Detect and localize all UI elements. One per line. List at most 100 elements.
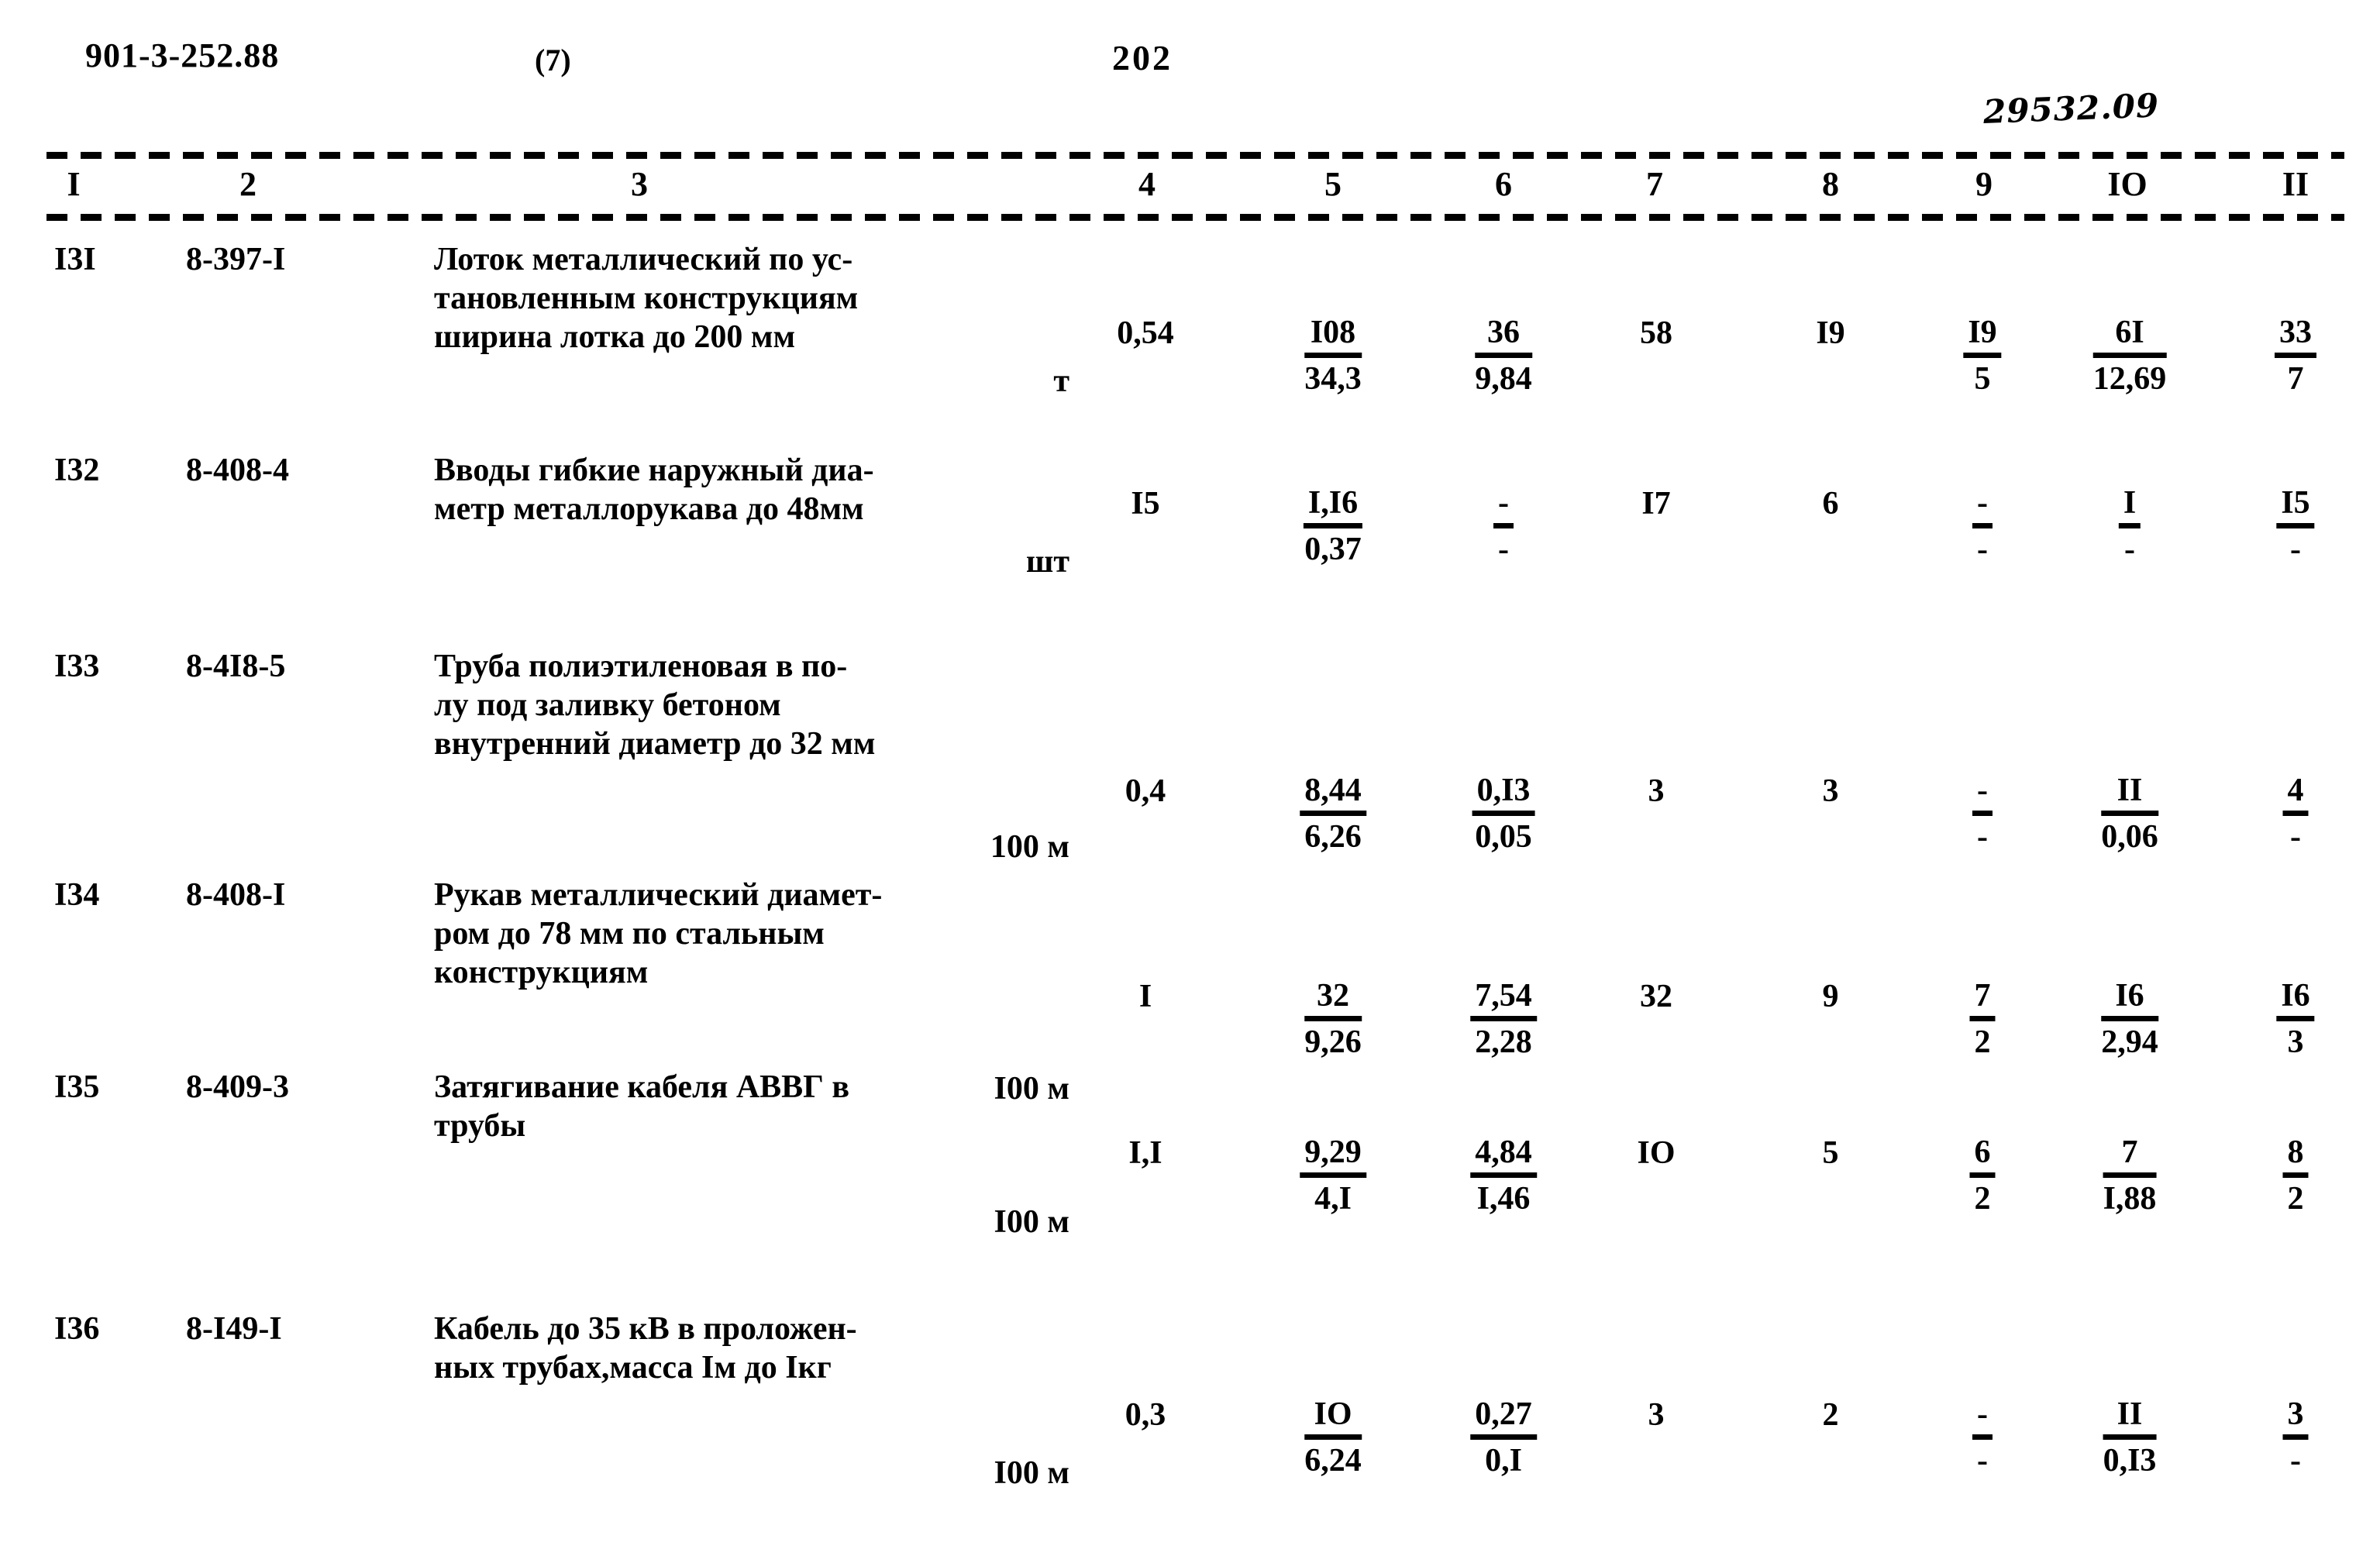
row-description: Труба полиэтиленовая в по-лу под заливку… xyxy=(434,647,1069,763)
fraction-numerator: I6 xyxy=(2276,976,2315,1021)
row-description: Затягивание кабеля АВВГ в трубы xyxy=(434,1068,1069,1145)
cell-value: 58 xyxy=(1640,315,1672,351)
fraction-denominator: - xyxy=(2290,819,2301,855)
cell-value: 3 xyxy=(1822,773,1839,809)
cell-c4: I xyxy=(1139,976,1152,1017)
fraction-denominator: 9,84 xyxy=(1475,361,1532,397)
description-line: лу под заливку бетоном xyxy=(434,687,781,723)
fraction: 0,27 0,I xyxy=(1470,1395,1537,1480)
row-position-number: I35 xyxy=(54,1069,100,1105)
cell-c6: 0,I3 0,05 xyxy=(1472,771,1535,857)
row-unit-of-measure: т xyxy=(1053,363,1069,399)
column-header-2: 2 xyxy=(232,160,263,208)
row-position-number: I33 xyxy=(54,649,100,684)
row-norm-code: 8-397-I xyxy=(186,242,286,277)
fraction-denominator: - xyxy=(1977,1443,1988,1479)
fraction-numerator: 7,54 xyxy=(1470,976,1537,1021)
cell-c4: 0,54 xyxy=(1117,313,1174,353)
description-line: трубы xyxy=(434,1108,526,1144)
table-top-dashed-rule xyxy=(46,152,2344,159)
cell-c8: 6 xyxy=(1823,484,1839,524)
fraction-denominator: - xyxy=(1977,819,1988,855)
fraction: -- xyxy=(1972,1395,1993,1480)
fraction: -- xyxy=(1972,484,1993,569)
fraction-denominator: 7 xyxy=(2287,361,2304,397)
cell-c4: I,I xyxy=(1128,1133,1162,1173)
row-description: Рукав металлический диамет-ром до 78 мм … xyxy=(434,876,1069,992)
column-header-9: 9 xyxy=(1968,160,1999,208)
fraction-denominator: - xyxy=(1498,532,1509,567)
fraction-numerator: 3 xyxy=(2282,1395,2309,1440)
description-line: внутренний диаметр до 32 мм xyxy=(434,726,876,762)
column-header-6: 6 xyxy=(1488,160,1519,208)
fraction: 32 9,26 xyxy=(1304,976,1362,1062)
cell-c10: II 0,I3 xyxy=(2103,1395,2157,1481)
cell-c6: 36 9,84 xyxy=(1475,313,1532,399)
fraction: 33 7 xyxy=(2275,313,2316,398)
row-norm-code: 8-409-3 xyxy=(186,1069,289,1105)
fraction-denominator: 0,05 xyxy=(1475,819,1532,855)
cell-value: 5 xyxy=(1822,1135,1839,1171)
cell-c5: 32 9,26 xyxy=(1304,976,1362,1062)
cell-c7: 3 xyxy=(1648,1395,1665,1435)
cell-value: I,I xyxy=(1128,1135,1162,1171)
cell-c7: IO xyxy=(1637,1133,1675,1173)
cell-c5: I08 34,3 xyxy=(1304,313,1362,399)
fraction: -- xyxy=(1493,484,1514,569)
row-unit-of-measure: 100 м xyxy=(990,829,1069,865)
page-header: 901-3-252.88 (7) 202 29532.09 xyxy=(0,0,2380,147)
fraction-denominator: 6,26 xyxy=(1304,819,1362,855)
cell-c10: 7 I,88 xyxy=(2103,1133,2157,1219)
row-norm-code: 8-I49-I xyxy=(186,1311,282,1347)
fraction-numerator: IO xyxy=(1304,1395,1362,1440)
cell-c11: 4- xyxy=(2282,771,2309,857)
fraction-denominator: 0,06 xyxy=(2101,819,2158,855)
table-column-header-row: I 2 3 4 5 6 7 8 9 IO II xyxy=(0,160,2380,215)
fraction-numerator: 4 xyxy=(2282,771,2309,816)
description-line: ширина лотка до 200 мм xyxy=(434,319,796,355)
fraction-denominator: 0,I3 xyxy=(2103,1443,2157,1479)
cell-c4: 0,4 xyxy=(1125,771,1166,811)
cell-c11: 82 xyxy=(2282,1133,2309,1219)
fraction-numerator: - xyxy=(1972,1395,1993,1440)
fraction: I08 34,3 xyxy=(1304,313,1362,398)
fraction-denominator: 5 xyxy=(1974,361,1991,397)
cell-c6: 7,54 2,28 xyxy=(1470,976,1537,1062)
fraction-denominator: 34,3 xyxy=(1304,361,1362,397)
fraction: 3- xyxy=(2282,1395,2309,1480)
column-header-11: II xyxy=(2275,160,2316,208)
row-position-number: I3I xyxy=(54,242,96,277)
fraction-numerator: I5 xyxy=(2276,484,2315,528)
fraction-numerator: II xyxy=(2103,1395,2157,1440)
fraction: I9 5 xyxy=(1963,313,2002,398)
cell-c8: I9 xyxy=(1816,313,1844,353)
fraction-numerator: I9 xyxy=(1963,313,2002,358)
description-line: Труба полиэтиленовая в по- xyxy=(434,649,848,684)
fraction-denominator: 2 xyxy=(1974,1181,1991,1217)
fraction: 36 9,84 xyxy=(1475,313,1532,398)
cell-value: 0,3 xyxy=(1125,1397,1166,1433)
fraction-numerator: - xyxy=(1493,484,1514,528)
fraction: 62 xyxy=(1969,1133,1996,1218)
cell-value: 0,4 xyxy=(1125,773,1166,809)
cell-c8: 2 xyxy=(1823,1395,1839,1435)
fraction-denominator: 12,69 xyxy=(2092,361,2167,397)
cell-c5: IO 6,24 xyxy=(1304,1395,1362,1481)
fraction-numerator: 8 xyxy=(2282,1133,2309,1178)
fraction-numerator: 4,84 xyxy=(1470,1133,1537,1178)
fraction-denominator: - xyxy=(1977,532,1988,567)
cell-c6: 0,27 0,I xyxy=(1470,1395,1537,1481)
fraction-denominator: I,88 xyxy=(2103,1181,2157,1217)
fraction: I,I6 0,37 xyxy=(1303,484,1363,569)
fraction: 72 xyxy=(1969,976,1996,1062)
document-code: 901-3-252.88 xyxy=(85,36,280,74)
fraction-numerator: 7 xyxy=(2103,1133,2157,1178)
cell-value: I7 xyxy=(1641,486,1671,522)
fraction-numerator: I6 xyxy=(2101,976,2158,1021)
description-line: Кабель до 35 кВ в проложен- xyxy=(434,1311,857,1347)
description-line: Затягивание кабеля АВВГ в xyxy=(434,1069,850,1105)
cell-value: 2 xyxy=(1822,1397,1839,1433)
fraction-numerator: 9,29 xyxy=(1300,1133,1366,1178)
row-norm-code: 8-408-I xyxy=(186,877,286,913)
fraction: 9,29 4,I xyxy=(1300,1133,1366,1218)
